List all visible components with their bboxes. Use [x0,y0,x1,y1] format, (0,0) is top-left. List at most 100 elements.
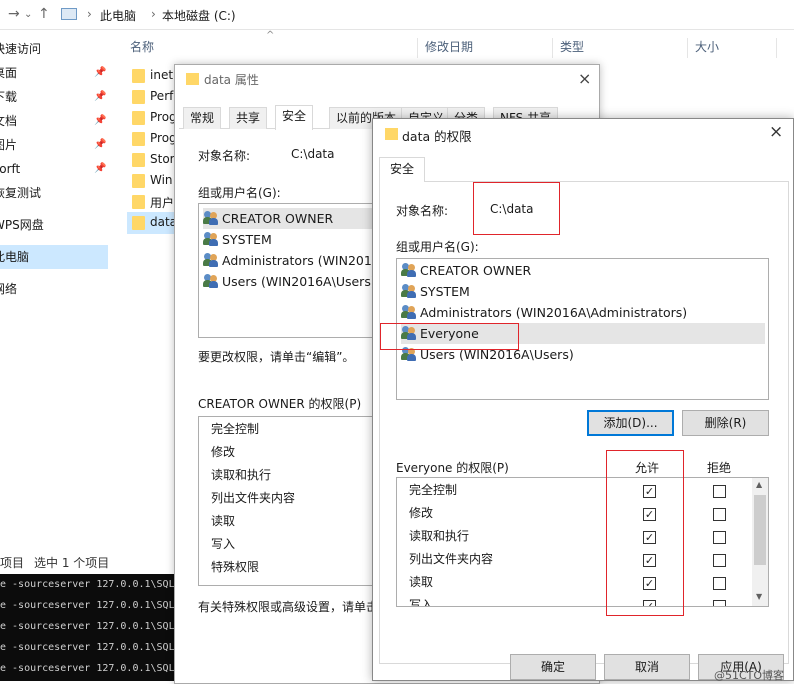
user-group-icon [401,284,417,298]
user-name: SYSTEM [222,232,272,247]
pin-icon[interactable]: 📌 [94,109,106,133]
tab-security[interactable]: 安全 [379,157,426,182]
user-list-item[interactable]: Administrators (WIN2016A [203,250,388,271]
folder-icon [132,195,145,209]
user-name: CREATOR OWNER [420,263,532,278]
remove-button[interactable]: 删除(R) [682,410,769,436]
user-group-icon [203,211,219,225]
ok-button[interactable]: 确定 [510,654,596,680]
group-label: 组或用户名(G): [198,186,281,200]
column-header-type[interactable]: 类型 [560,38,688,58]
folder-icon [132,69,145,83]
sidebar-item[interactable]: WPS网盘 [0,213,108,237]
permission-item: 写入 [211,537,236,551]
column-type-label: 类型 [560,40,585,54]
permissions-scrollbar[interactable]: ▲ ▼ [752,478,768,606]
user-list-item[interactable]: CREATOR OWNER [401,260,765,281]
sidebar-item[interactable]: 图片 📌 [0,133,108,157]
scroll-up-icon[interactable]: ▲ [756,480,762,489]
computer-icon [61,8,77,20]
deny-checkbox[interactable] [713,554,726,567]
tab-sharing[interactable]: 共享 [229,107,268,129]
column-name-label: 名称 [130,40,155,54]
up-arrow-icon[interactable]: ↑ [38,6,50,22]
user-list-item[interactable]: SYSTEM [401,281,765,302]
user-group-icon [203,253,219,267]
back-arrow-icon[interactable]: → [8,6,20,22]
column-header-name[interactable]: 名称 [130,38,418,58]
console-line: e -sourceserver 127.0.0.1\SQL2 [0,600,175,611]
sidebar-item[interactable]: 恢复测试 [0,181,108,205]
folder-icon [132,174,145,188]
sidebar-item[interactable]: 文档 📌 [0,109,108,133]
file-name: Stor [150,152,175,166]
permission-item: 修改 [211,445,236,459]
sidebar-item[interactable]: 此电脑 [0,245,108,269]
user-name: Users (WIN2016A\Users) [222,274,376,289]
folder-icon [132,90,145,104]
permission-title: Everyone 的权限(P) [396,461,509,475]
deny-checkbox[interactable] [713,485,726,498]
user-list-item[interactable]: Users (WIN2016A\Users) [203,271,383,292]
recent-chevron-icon[interactable]: ⌄ [24,9,32,20]
column-size-label: 大小 [695,40,720,54]
scroll-thumb[interactable] [754,495,766,565]
permission-name: 列出文件夹内容 [409,552,494,566]
cancel-button[interactable]: 取消 [604,654,690,680]
sidebar-item[interactable]: 网络 [0,277,108,301]
status-bar: 项目 选中 1 个项目 [0,552,175,572]
deny-checkbox[interactable] [713,531,726,544]
permissions-list: 完全控制 修改 读取和执行 列出文件夹内容 读取 写入 特殊权限 [198,416,388,586]
file-name: Prog [150,110,177,124]
special-hint: 有关特殊权限或高级设置，请单击 [198,600,379,614]
console-line: e -sourceserver 127.0.0.1\SQL2 [0,579,175,590]
pin-icon[interactable]: 📌 [94,157,106,181]
close-icon[interactable]: × [578,69,591,88]
folder-icon [132,132,145,146]
sidebar-item[interactable]: 下载 📌 [0,85,108,109]
tab-security[interactable]: 安全 [275,105,314,130]
pin-icon[interactable]: 📌 [94,61,106,85]
column-header-size[interactable]: 大小 [695,38,777,58]
permission-item: 读取和执行 [211,468,272,482]
breadcrumb-drive-c[interactable]: 本地磁盘 (C:) [162,7,236,24]
column-header-date[interactable]: 修改日期 [425,38,553,58]
permission-name: 写入 [409,598,434,607]
deny-header: 拒绝 [707,461,732,475]
user-group-icon [203,274,219,288]
user-name: CREATOR OWNER [222,211,334,226]
sidebar-item[interactable]: 桌面 📌 [0,61,108,85]
deny-checkbox[interactable] [713,508,726,521]
user-list-item[interactable]: SYSTEM [203,229,383,250]
status-selected: 选中 1 个项目 [34,556,110,570]
tab-general[interactable]: 常规 [183,107,222,129]
folder-icon [132,111,145,125]
user-list-item[interactable]: CREATOR OWNER [203,208,383,229]
pin-icon[interactable]: 📌 [94,85,106,109]
object-name-value: C:\data [291,147,335,161]
highlight-allow-column [606,450,684,616]
sidebar-item-label: 恢复测试 [0,186,42,200]
file-name: Perf [150,89,174,103]
permissions-grid: 完全控制 ✓ 修改 ✓ 读取和执行 ✓ 列出文件夹内容 ✓ 读取 ✓ 写入 ✓ ▲ ▼ [396,477,769,607]
sidebar-item-label: 图片 [0,138,18,152]
close-icon[interactable]: × [769,122,783,142]
column-date-label: 修改日期 [425,40,474,54]
add-button[interactable]: 添加(D)... [587,410,674,436]
file-name: Win [150,173,173,187]
sidebar-item[interactable]: sorft 📌 [0,157,108,181]
user-list-item[interactable]: Administrators (WIN2016A\Administrators) [401,302,765,323]
folder-icon [132,216,145,230]
permission-name: 修改 [409,506,434,520]
file-name: inet [150,68,174,82]
user-name: Administrators (WIN2016A [222,253,389,268]
scroll-down-icon[interactable]: ▼ [756,592,762,601]
pin-icon[interactable]: 📌 [94,133,106,157]
users-listbox[interactable]: CREATOR OWNER SYSTEM Administrators (WIN20… [198,203,388,338]
sort-ascending-icon: ^ [266,30,275,41]
breadcrumb-this-pc[interactable]: 此电脑 [100,7,136,24]
sidebar-item[interactable]: 快速访问 [0,37,108,61]
highlight-object-name [473,182,560,235]
deny-checkbox[interactable] [713,600,726,606]
deny-checkbox[interactable] [713,577,726,590]
